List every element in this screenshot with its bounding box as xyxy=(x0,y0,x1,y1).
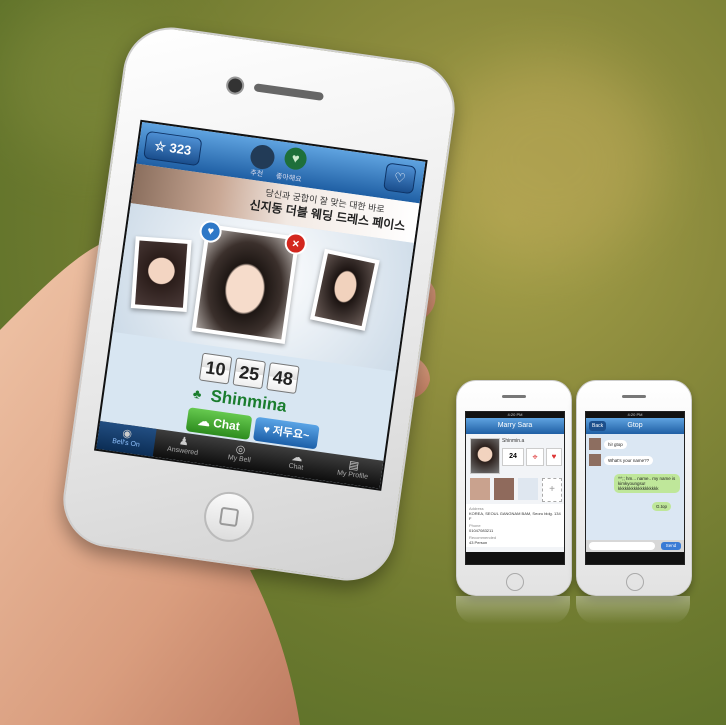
chat-bubble-icon: ☁ xyxy=(197,413,212,430)
home-button[interactable] xyxy=(506,573,524,591)
like-heart-icon[interactable]: ♥ xyxy=(283,146,309,172)
location-pin-icon: ⌖ xyxy=(526,448,544,466)
address-value: KOREA, SEOUL GANGNAM BAM, Seoru bldg. 13… xyxy=(469,511,561,521)
tab-bar[interactable] xyxy=(586,552,684,564)
recommended-value: 43 Person xyxy=(469,540,488,545)
earpiece-speaker xyxy=(622,395,646,398)
message-bubble-sent: G.top xyxy=(652,502,672,511)
tab-label: Chat xyxy=(288,462,304,472)
recommend-icon[interactable] xyxy=(248,143,277,171)
nav-title: Marry Sara xyxy=(497,422,533,429)
message-bubble-received: hi! gtop xyxy=(604,440,627,449)
timer-seconds: 48 xyxy=(266,362,300,395)
like-label: 좋아해요 xyxy=(275,173,302,184)
home-button[interactable] xyxy=(200,488,258,546)
gallery-photo[interactable] xyxy=(494,478,514,500)
heart-icon: ♥ xyxy=(262,423,271,437)
tab-my-profile[interactable]: ▤ My Profile xyxy=(323,453,384,489)
front-camera xyxy=(225,75,246,96)
home-button[interactable] xyxy=(626,573,644,591)
back-button[interactable]: Back xyxy=(589,421,607,431)
age-box: 24 xyxy=(502,448,524,466)
chat-screen: 4:20 PM Back Gtop hi! gtop What's your n… xyxy=(585,411,685,565)
app-screen: ☆ 323 추천 ♥ 좋아해요 ♡ 당신과 궁합이 잘 맞는 대한 바로 신지동… xyxy=(94,119,428,491)
timer-hours: 10 xyxy=(198,352,233,385)
like-button-label: 저두요~ xyxy=(271,425,311,443)
earpiece-speaker xyxy=(502,395,526,398)
phone-reflection xyxy=(456,596,570,624)
profile-phone: 4:20 PM Marry Sara Shinmin.a 24 ⌖ ♥ + Ad… xyxy=(456,380,572,596)
gallery-photo[interactable] xyxy=(470,478,490,500)
gallery-photo[interactable] xyxy=(518,478,538,500)
message-bubble-received: What's your name?? xyxy=(604,456,654,465)
earpiece-speaker xyxy=(253,83,324,101)
message-input[interactable] xyxy=(589,542,655,550)
add-photo-icon[interactable]: + xyxy=(542,478,562,502)
nav-bar: Marry Sara xyxy=(466,418,564,434)
phone-reflection xyxy=(576,596,690,624)
nav-title: Gtop xyxy=(627,422,643,429)
star-icon: ☆ xyxy=(153,137,168,155)
recommend-label: 추천 xyxy=(249,169,264,179)
avatar xyxy=(589,454,601,466)
profile-name: Shinmin.a xyxy=(502,438,525,444)
phone-value: 01047083211 xyxy=(469,528,494,533)
chat-button-label: Chat xyxy=(212,415,241,434)
avatar xyxy=(589,438,601,450)
profile-screen: 4:20 PM Marry Sara Shinmin.a 24 ⌖ ♥ + Ad… xyxy=(465,411,565,565)
send-button[interactable]: Send xyxy=(661,542,681,550)
timer-minutes: 25 xyxy=(232,357,267,390)
nav-bar: Back Gtop xyxy=(586,418,684,434)
message-heart-button[interactable]: ♡ xyxy=(383,162,417,195)
carousel-photo-left[interactable] xyxy=(130,236,192,312)
heart-icon: ♥ xyxy=(546,448,562,466)
star-count-button[interactable]: ☆ 323 xyxy=(143,130,203,167)
tab-answered[interactable]: ♟ Answered xyxy=(153,429,214,465)
message-bubble-sent: ^^;; hm... name.. my name is kimkyoungsu… xyxy=(614,474,680,493)
tab-chat[interactable]: ☁ Chat xyxy=(266,445,327,481)
tab-bar[interactable] xyxy=(466,552,564,564)
tab-bells-on[interactable]: ◉ Bell's On xyxy=(96,421,157,457)
background-bokeh xyxy=(440,60,660,260)
cow-icon: ♣ xyxy=(191,385,203,402)
tab-my-bell[interactable]: ◎ My Bell xyxy=(210,437,271,473)
star-count: 323 xyxy=(168,140,193,158)
profile-photo[interactable] xyxy=(470,438,500,474)
chat-phone: 4:20 PM Back Gtop hi! gtop What's your n… xyxy=(576,380,692,596)
compose-bar: Send xyxy=(586,540,684,552)
info-list: Address KOREA, SEOUL GANGNAM BAM, Seoru … xyxy=(466,504,564,547)
